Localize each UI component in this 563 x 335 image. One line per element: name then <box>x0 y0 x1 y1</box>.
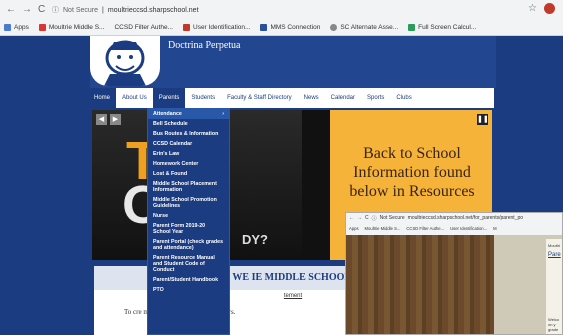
bookmark-apps[interactable]: Apps <box>4 23 29 31</box>
menu-item-bell-schedule[interactable]: Bell Schedule <box>148 119 229 129</box>
menu-item-lost-found[interactable]: Lost & Found <box>148 169 229 179</box>
divider: | <box>102 6 104 14</box>
menu-item-attendance[interactable]: Attendance › <box>148 109 229 119</box>
calculator-icon <box>408 23 416 31</box>
profile-avatar[interactable] <box>544 3 555 14</box>
overlay-bookmark[interactable]: M <box>493 226 497 231</box>
nav-clubs[interactable]: Clubs <box>390 95 417 101</box>
menu-item-resource-manual[interactable]: Parent Resource Manual and Student Code … <box>148 253 229 275</box>
menu-item-nurse[interactable]: Nurse <box>148 211 229 221</box>
bookmark-ccsd-filter[interactable]: CCSD Filter Authe... <box>114 24 173 31</box>
forward-icon[interactable]: → <box>357 215 362 222</box>
reload-icon[interactable]: C <box>365 215 369 222</box>
site-title: Doctrina Perpetua <box>168 40 241 51</box>
menu-item-homework-center[interactable]: Homework Center <box>148 159 229 169</box>
browser-chrome: ← → C ⓘ Not Secure | moultrieccsd.sharps… <box>0 0 563 36</box>
menu-item-erins-law[interactable]: Erin's Law <box>148 149 229 159</box>
overlay-page-panel: Moultri Pare Welco on y grade <box>546 239 562 334</box>
overlay-bookmark[interactable]: User Identification... <box>450 226 487 231</box>
bookmark-moultrie[interactable]: Moultrie Middle S... <box>38 23 104 31</box>
nav-buttons: ← → C <box>6 4 45 15</box>
nav-about-us[interactable]: About Us <box>116 95 153 101</box>
bookmark-icon <box>260 23 268 31</box>
menu-item-placement-info[interactable]: Middle School Placement Information <box>148 179 229 195</box>
menu-item-pto[interactable]: PTO <box>148 285 229 295</box>
overlay-browser-window[interactable]: ← → C ⓘ Not Secure moultrieccsd.sharpsch… <box>345 212 563 335</box>
hero-info-text: Back to School Information found below i… <box>349 145 475 200</box>
overlay-page-text: Welco on y grade <box>548 317 560 332</box>
bookmark-icon <box>183 23 190 31</box>
menu-item-ccsd-calendar[interactable]: CCSD Calendar <box>148 139 229 149</box>
reload-icon[interactable]: C <box>38 4 45 15</box>
nav-news[interactable]: News <box>298 95 325 101</box>
nav-students[interactable]: Students <box>185 95 221 101</box>
overlay-url[interactable]: moultrieccsd.sharpschool.net/for_parents… <box>408 215 523 222</box>
menu-item-bus-routes[interactable]: Bus Routes & Information <box>148 129 229 139</box>
nav-parents[interactable]: Parents <box>152 88 186 108</box>
pause-icon[interactable]: ❚❚ <box>477 114 489 125</box>
back-icon[interactable]: ← <box>349 215 354 222</box>
school-logo[interactable] <box>90 36 160 86</box>
address-bar[interactable]: ⓘ Not Secure | moultrieccsd.sharpschool.… <box>52 3 472 17</box>
wood-background-image <box>346 235 496 334</box>
bookmark-star-icon[interactable]: ☆ <box>528 3 537 14</box>
menu-item-parent-form[interactable]: Parent Form 2019-20 School Year <box>148 221 229 237</box>
prev-slide-icon[interactable]: ◀ <box>96 114 107 125</box>
overlay-security-label: Not Secure <box>379 215 405 221</box>
hero-tail-text: DY? <box>242 232 268 247</box>
nav-home[interactable]: Home <box>88 88 117 108</box>
bookmark-calculator[interactable]: Full Screen Calcul... <box>408 23 476 31</box>
info-icon: ⓘ <box>371 216 377 222</box>
bookmark-mms-connection[interactable]: MMS Connection <box>260 23 320 31</box>
info-icon: ⓘ <box>52 7 59 14</box>
overlay-bookmark[interactable]: CCSD Filter Authe... <box>406 226 444 231</box>
menu-item-handbook[interactable]: Parent/Student Handbook <box>148 275 229 285</box>
main-nav: Home About Us Parents Students Faculty &… <box>88 88 494 108</box>
parents-dropdown-menu: Attendance › Bell Schedule Bus Routes & … <box>147 108 230 335</box>
next-slide-icon[interactable]: ▶ <box>110 114 121 125</box>
menu-item-promotion-guidelines[interactable]: Middle School Promotion Guidelines <box>148 195 229 211</box>
overlay-bookmark[interactable]: Moultrie Middle S... <box>365 226 401 231</box>
forward-icon[interactable]: → <box>22 4 32 15</box>
overlay-bookmarks-bar: Apps Moultrie Middle S... CCSD Filter Au… <box>349 226 497 231</box>
nav-sports[interactable]: Sports <box>361 95 390 101</box>
menu-item-parent-portal[interactable]: Parent Portal (check grades and attendan… <box>148 237 229 253</box>
overlay-chrome: ← → C ⓘ Not Secure moultrieccsd.sharpsch… <box>346 213 562 235</box>
apps-grid-icon <box>4 23 11 31</box>
nav-faculty-staff[interactable]: Faculty & Staff Directory <box>221 95 298 101</box>
nav-calendar[interactable]: Calendar <box>325 95 361 101</box>
bookmark-user-identification[interactable]: User Identification... <box>183 23 250 31</box>
bookmarks-bar: Apps Moultrie Middle S... CCSD Filter Au… <box>4 21 476 33</box>
youtube-icon <box>38 23 46 31</box>
overlay-address-bar[interactable]: ← → C ⓘ Not Secure moultrieccsd.sharpsch… <box>349 215 523 222</box>
globe-icon <box>330 23 338 31</box>
back-icon[interactable]: ← <box>6 4 16 15</box>
overlay-bookmark[interactable]: Apps <box>349 226 359 231</box>
site-header: Doctrina Perpetua <box>90 36 496 88</box>
bookmark-sc-alternate[interactable]: SC Alternate Asse... <box>330 23 398 31</box>
url-text[interactable]: moultrieccsd.sharpschool.net <box>108 7 199 14</box>
mascot-icon <box>104 40 146 86</box>
chevron-right-icon: › <box>222 111 224 117</box>
security-label: Not Secure <box>63 6 99 14</box>
overlay-page-label: Moultri <box>548 243 561 248</box>
overlay-page-heading[interactable]: Pare <box>548 252 561 258</box>
